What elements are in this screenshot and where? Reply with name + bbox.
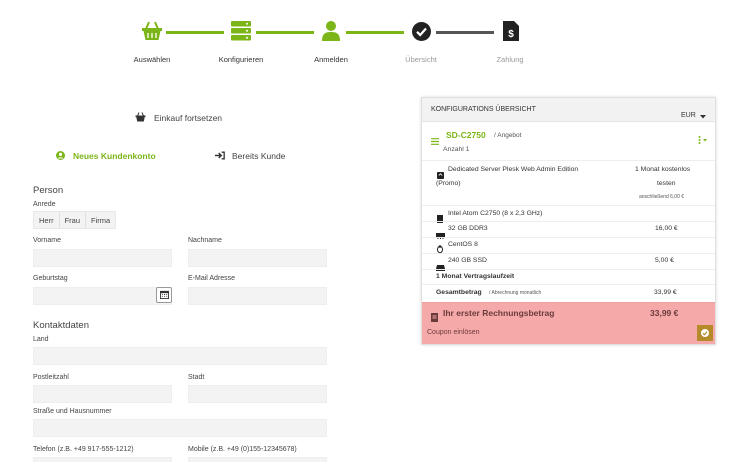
salutation-option-mrs[interactable]: Frau xyxy=(60,212,87,228)
tab-existing-customer[interactable]: Bereits Kunde xyxy=(215,147,285,165)
plesk-line2: (Promo) xyxy=(436,180,461,187)
continue-shopping-link[interactable]: Einkauf fortsetzen xyxy=(135,109,222,127)
plesk-price2: testen xyxy=(657,180,676,187)
currency-value: EUR xyxy=(681,111,696,119)
menu-icon[interactable] xyxy=(431,132,439,150)
step-label-configure[interactable]: Konfigurieren xyxy=(219,55,264,64)
email-input[interactable] xyxy=(188,287,327,305)
divider xyxy=(422,269,715,270)
product-suffix: / Angebot xyxy=(494,132,522,139)
step-label-select[interactable]: Auswählen xyxy=(134,55,171,64)
linux-icon xyxy=(437,240,443,258)
total-label: Gesamtbetrag xyxy=(436,289,482,296)
ssd-price: 5,00 € xyxy=(655,257,674,264)
tab-new-account[interactable]: Neues Kundenkonto xyxy=(56,147,156,165)
mobile-label: Mobile (z.B. +49 (0)155-12345678) xyxy=(188,446,297,453)
city-input[interactable] xyxy=(188,385,327,403)
country-select[interactable] xyxy=(33,347,327,365)
step-label-payment: Zahlung xyxy=(496,55,524,64)
divider xyxy=(422,237,715,238)
check-circle-icon xyxy=(701,324,709,342)
basket-icon xyxy=(135,109,146,127)
step-connector xyxy=(166,31,224,34)
step-label-login[interactable]: Anmelden xyxy=(314,55,348,64)
user-circle-icon xyxy=(56,147,65,165)
basket-icon[interactable] xyxy=(140,19,164,43)
street-label: Straße und Hausnummer xyxy=(33,408,112,415)
mobile-input[interactable] xyxy=(188,457,327,462)
lastname-label: Nachname xyxy=(188,237,222,244)
divider xyxy=(422,205,715,206)
summary-title: KONFIGURATIONS ÜBERSICHT xyxy=(431,106,536,113)
plesk-after-price: anschließend 6,00 € xyxy=(639,194,685,200)
quantity-text: Anzahl 1 xyxy=(443,146,470,153)
continue-shopping-label: Einkauf fortsetzen xyxy=(154,113,223,123)
birthday-input[interactable] xyxy=(33,287,172,305)
tab-new-account-label: Neues Kundenkonto xyxy=(73,151,156,161)
step-connector xyxy=(256,31,314,34)
tab-existing-label: Bereits Kunde xyxy=(232,151,286,161)
coupon-link[interactable]: Coupon einlösen xyxy=(427,329,480,336)
step-connector xyxy=(346,31,404,34)
lastname-input[interactable] xyxy=(188,249,327,267)
salutation-option-company[interactable]: Firma xyxy=(86,212,115,228)
firstname-label: Vorname xyxy=(33,237,62,244)
zip-label: Postleitzahl xyxy=(33,374,69,381)
first-invoice-price: 33,99 € xyxy=(650,308,679,318)
country-label: Land xyxy=(33,336,49,343)
product-name: SD-C2750 xyxy=(446,130,486,140)
city-label: Stadt xyxy=(188,374,205,381)
cpu-name: Intel Atom C2750 (8 x 2,3 GHz) xyxy=(448,210,543,217)
total-note: / Abrechnung monatlich xyxy=(489,290,542,296)
plesk-price1: 1 Monat kostenlos xyxy=(635,166,691,173)
user-icon[interactable] xyxy=(319,19,343,43)
total-price: 33,99 € xyxy=(654,289,677,296)
street-input[interactable] xyxy=(33,419,327,437)
calendar-button[interactable] xyxy=(156,287,172,303)
check-circle-icon xyxy=(409,19,433,43)
calendar-icon xyxy=(159,286,169,304)
more-options-icon[interactable] xyxy=(698,131,708,149)
section-contact-title: Kontaktdaten xyxy=(33,320,89,331)
ram-name: 32 GB DDR3 xyxy=(448,225,488,232)
step-connector xyxy=(436,31,494,34)
birthday-label: Geburtstag xyxy=(33,275,68,282)
coupon-apply-button[interactable] xyxy=(697,325,713,341)
plesk-line1: Dedicated Server Plesk Web Admin Edition xyxy=(448,166,579,173)
zip-input[interactable] xyxy=(33,385,172,403)
salutation-group: Herr Frau Firma xyxy=(33,211,117,229)
firstname-input[interactable] xyxy=(33,249,172,267)
contract-term: 1 Monat Vertragslaufzeit xyxy=(436,273,515,280)
configuration-summary-panel: KONFIGURATIONS ÜBERSICHT EUR SD-C2750 / … xyxy=(421,97,716,345)
sign-in-icon xyxy=(215,147,225,165)
step-label-overview: Übersicht xyxy=(405,55,437,64)
invoice-icon: $ xyxy=(499,19,523,43)
phone-input[interactable] xyxy=(33,457,172,462)
svg-text:$: $ xyxy=(508,29,514,40)
server-icon[interactable] xyxy=(229,19,253,43)
salutation-label: Anrede xyxy=(33,201,56,208)
divider xyxy=(422,284,715,285)
os-name: CentOS 8 xyxy=(448,241,478,248)
divider xyxy=(422,253,715,254)
ssd-name: 240 GB SSD xyxy=(448,257,487,264)
divider xyxy=(422,221,715,222)
salutation-option-mr[interactable]: Herr xyxy=(34,212,60,228)
invoice-icon xyxy=(431,309,438,327)
phone-label: Telefon (z.B. +49 917-555-1212) xyxy=(33,446,134,453)
ram-price: 16,00 € xyxy=(655,225,678,232)
email-label: E-Mail Adresse xyxy=(188,275,236,282)
divider xyxy=(422,160,715,161)
first-invoice-label: Ihr erster Rechnungsbetrag xyxy=(443,308,555,318)
section-person-title: Person xyxy=(33,185,64,196)
currency-dropdown[interactable]: EUR xyxy=(681,106,706,124)
caret-down-icon xyxy=(699,106,706,124)
